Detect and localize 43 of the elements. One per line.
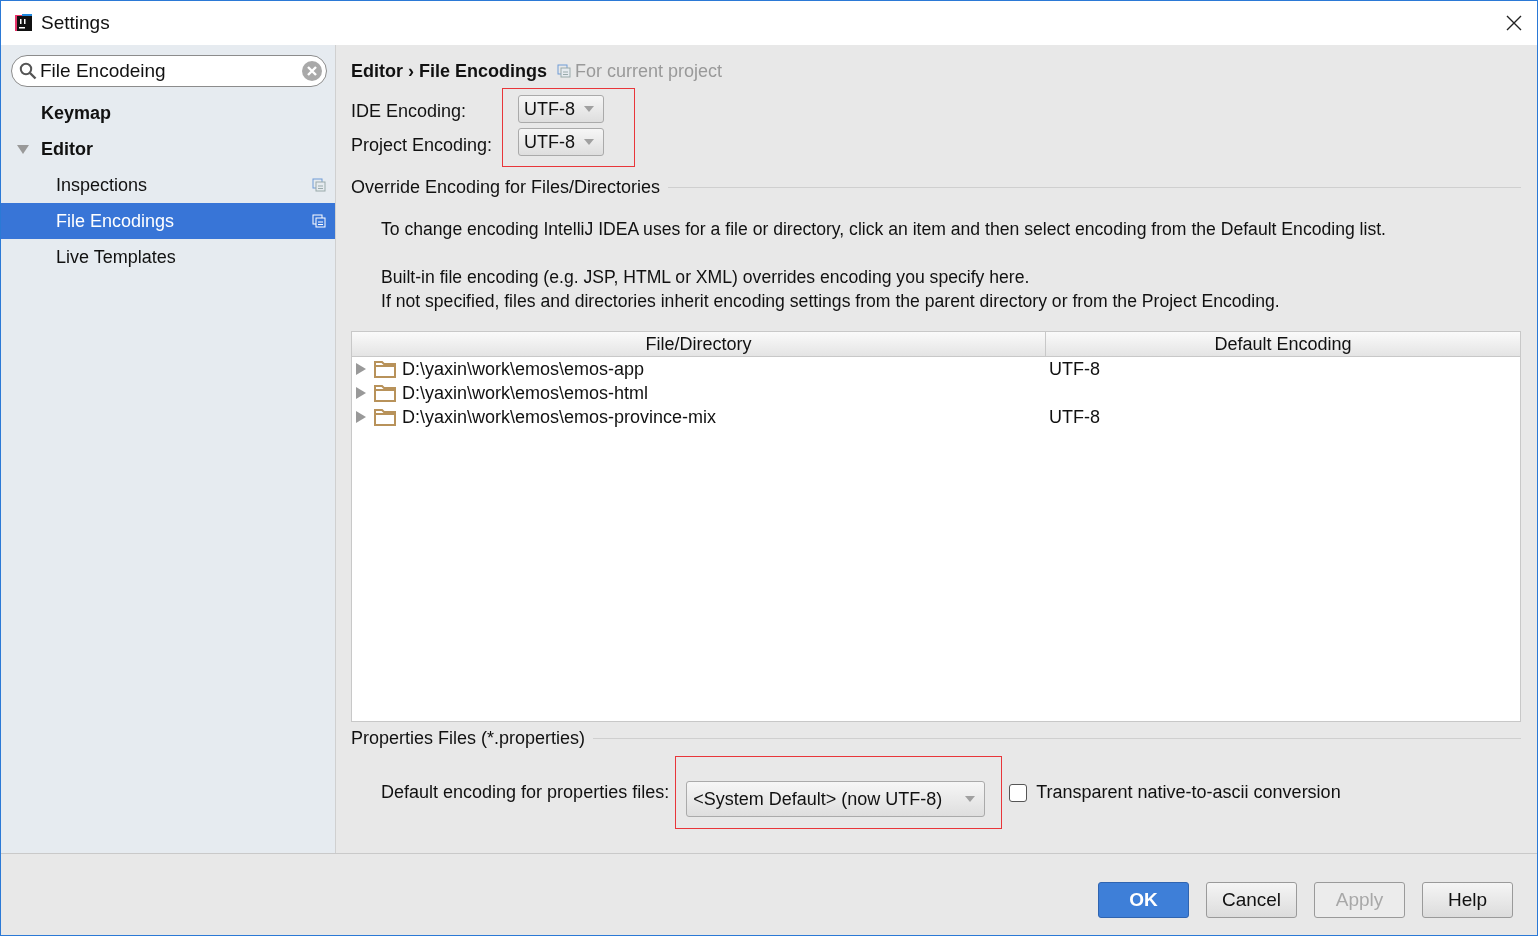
dropdown[interactable]: UTF-8	[518, 95, 604, 123]
section-title: Properties Files (*.properties)	[351, 727, 586, 749]
checkbox-label[interactable]: Transparent native-to-ascii conversion	[1036, 782, 1341, 803]
dialog-button[interactable]: OK	[1098, 881, 1189, 918]
clear-icon	[301, 60, 323, 82]
sidebar-item[interactable]: Editor	[1, 131, 335, 167]
column-header[interactable]: Default Encoding	[1046, 332, 1520, 356]
dropdown[interactable]: UTF-8	[518, 128, 604, 156]
sidebar-item[interactable]: File Encodings	[1, 203, 335, 239]
dialog-button[interactable]: Help	[1422, 881, 1513, 918]
sidebar-item[interactable]: Live Templates	[1, 239, 335, 275]
table-cell: D:\yaxin\work\emos\emos-html	[402, 382, 649, 404]
field-label: IDE Encoding:	[351, 100, 468, 123]
close-icon	[1506, 15, 1522, 31]
folder-icon	[374, 360, 396, 378]
scope-label: For current project	[575, 60, 723, 82]
copy-icon	[557, 64, 571, 78]
info-text: Built-in file encoding (e.g. JSP, HTML or XML) overrides encoding you specify here.	[381, 266, 1031, 289]
app-logo-icon	[13, 12, 35, 34]
table-cell: D:\yaxin\work\emos\emos-province-mix	[402, 406, 717, 428]
dialog-button[interactable]: Cancel	[1206, 881, 1297, 918]
field-label: Default encoding for properties files:	[381, 782, 670, 803]
search-icon	[19, 62, 37, 80]
breadcrumb: Editor › File Encodings	[351, 60, 547, 82]
dropdown[interactable]: <System Default> (now UTF-8)	[686, 781, 986, 817]
folder-icon	[374, 384, 396, 402]
field-label: Project Encoding:	[351, 134, 494, 157]
table-cell: UTF-8	[1049, 406, 1100, 427]
table-cell: UTF-8	[1049, 358, 1100, 379]
window-title: Settings	[41, 12, 110, 34]
caret-icon	[964, 795, 977, 803]
caret-icon	[583, 105, 595, 113]
caret-icon	[583, 138, 595, 146]
sidebar-item[interactable]: Keymap	[1, 95, 335, 131]
search-field[interactable]: File Encodeing	[11, 55, 327, 87]
info-text: If not specified, files and directories inherit encoding settings from the parent directory or from the Project Encoding.	[381, 290, 1281, 313]
table-cell: D:\yaxin\work\emos\emos-app	[402, 358, 645, 380]
folder-icon	[374, 408, 396, 426]
info-text: To change encoding IntelliJ IDEA uses for a file or directory, click an item and then select encoding from the Default Encoding list.	[381, 218, 1387, 241]
section-title: Override Encoding for Files/Directories	[351, 176, 661, 198]
column-header[interactable]: File/Directory	[352, 332, 1046, 356]
sidebar-item[interactable]: Inspections	[1, 167, 335, 203]
checkbox[interactable]	[1009, 783, 1028, 802]
